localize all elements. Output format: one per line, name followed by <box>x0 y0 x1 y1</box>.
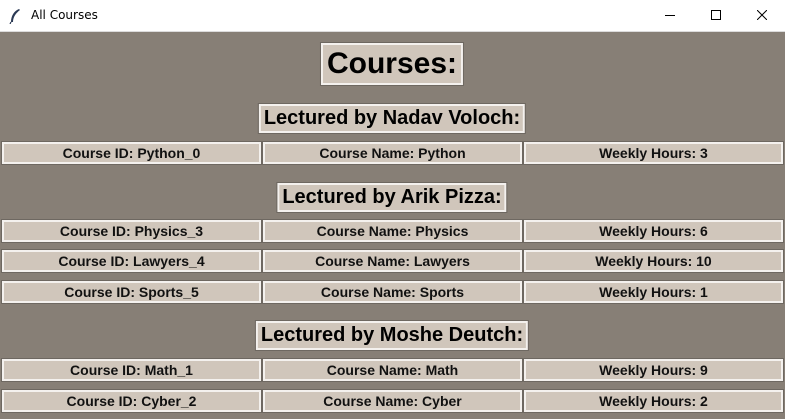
course-name-cell: Course Name: Lawyers <box>262 249 523 273</box>
course-id-cell: Course ID: Sports_5 <box>1 280 262 304</box>
feather-icon <box>9 8 21 25</box>
close-button[interactable] <box>739 0 785 32</box>
course-name-cell: Course Name: Sports <box>262 280 523 304</box>
maximize-icon <box>711 7 721 25</box>
lecturer-heading: Lectured by Moshe Deutch: <box>254 320 530 351</box>
weekly-hours-cell: Weekly Hours: 1 <box>523 280 784 304</box>
course-id-cell: Course ID: Cyber_2 <box>1 389 262 413</box>
window-title: All Courses <box>31 8 98 22</box>
course-name-cell: Course Name: Cyber <box>262 389 523 413</box>
weekly-hours-cell: Weekly Hours: 3 <box>523 141 784 165</box>
courses-window-content: Courses: Lectured by Nadav Voloch: Cours… <box>0 32 785 419</box>
maximize-button[interactable] <box>693 0 739 32</box>
title-bar[interactable]: All Courses <box>0 0 785 32</box>
minimize-button[interactable] <box>647 0 693 32</box>
course-id-cell: Course ID: Python_0 <box>1 141 262 165</box>
weekly-hours-cell: Weekly Hours: 10 <box>523 249 784 273</box>
close-icon <box>756 7 768 25</box>
minimize-icon <box>665 7 675 25</box>
lecturer-heading: Lectured by Arik Pizza: <box>276 182 508 213</box>
course-name-cell: Course Name: Physics <box>262 219 523 243</box>
weekly-hours-cell: Weekly Hours: 9 <box>523 358 784 382</box>
course-id-cell: Course ID: Math_1 <box>1 358 262 382</box>
lecturer-heading: Lectured by Nadav Voloch: <box>257 103 527 134</box>
course-name-cell: Course Name: Python <box>262 141 523 165</box>
page-title: Courses: <box>319 42 465 86</box>
course-id-cell: Course ID: Lawyers_4 <box>1 249 262 273</box>
weekly-hours-cell: Weekly Hours: 2 <box>523 389 784 413</box>
course-name-cell: Course Name: Math <box>262 358 523 382</box>
weekly-hours-cell: Weekly Hours: 6 <box>523 219 784 243</box>
course-id-cell: Course ID: Physics_3 <box>1 219 262 243</box>
